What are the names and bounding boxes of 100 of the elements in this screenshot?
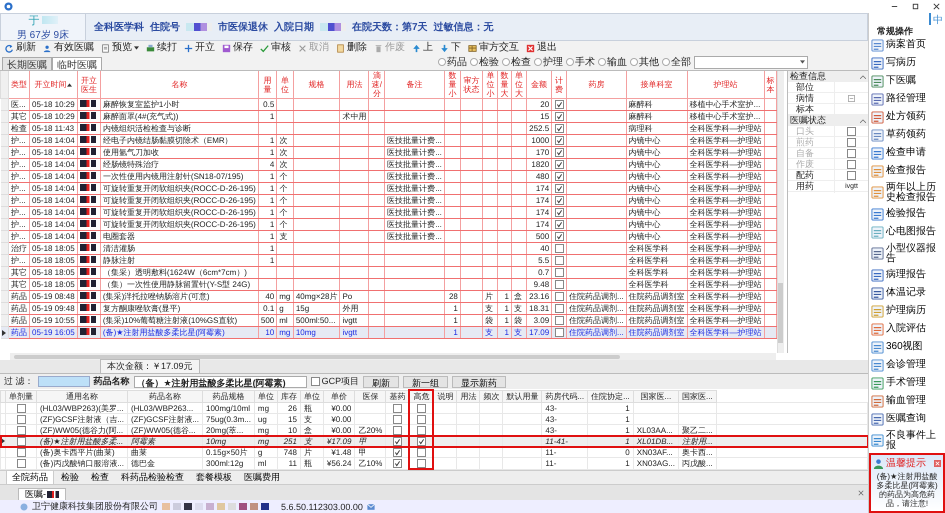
column-header[interactable]: 开立医生	[77, 71, 100, 98]
column-header[interactable]: 审方状态	[460, 71, 483, 98]
column-header[interactable]: 金额	[526, 71, 552, 98]
checkbox[interactable]	[16, 436, 26, 446]
column-header[interactable]: 国家医...	[678, 390, 716, 402]
checkbox[interactable]	[554, 196, 564, 205]
order-row[interactable]: 护... 05-18 18:05 静脉注射 1 5.5 全科医学科 全科医学科—护理站	[0, 254, 776, 266]
column-header[interactable]: 单剂量	[6, 390, 36, 402]
checkbox[interactable]	[554, 160, 564, 169]
sidebar-item[interactable]: 下医嘱	[869, 74, 945, 88]
tab[interactable]: 长期医嘱	[2, 57, 52, 70]
column-header[interactable]: 药房	[566, 71, 626, 98]
tab[interactable]: 套餐模板	[191, 471, 237, 484]
tab[interactable]: 全院药品	[6, 470, 54, 485]
checkbox[interactable]	[554, 208, 564, 217]
checkbox[interactable]	[392, 404, 402, 413]
picker-icon[interactable]	[848, 94, 855, 102]
column-header[interactable]: 单位	[300, 390, 324, 402]
checkbox[interactable]	[554, 220, 564, 229]
column-header[interactable]: 用量	[258, 71, 277, 98]
toolbar-button[interactable]: 有效医嘱	[40, 42, 97, 54]
sidebar-item[interactable]: 入院评估	[869, 322, 945, 336]
checkbox[interactable]	[554, 256, 564, 265]
checkbox[interactable]	[392, 426, 402, 435]
toolbar-button[interactable]: 下	[437, 42, 464, 54]
checkbox[interactable]	[16, 458, 26, 468]
toolbar-button[interactable]: 审方交互	[465, 42, 522, 54]
column-header[interactable]: 高危	[409, 390, 434, 402]
checkbox[interactable]	[554, 304, 564, 313]
checkbox[interactable]	[16, 426, 26, 435]
order-row[interactable]: 其它 05-18 18:05 （集采）透明敷料(1624W（6cm*7cm）) 0.7 全科医学科 全科医学科—护理站	[0, 266, 776, 278]
checkbox[interactable]	[554, 184, 564, 193]
radio-icon[interactable]	[598, 58, 606, 66]
filter-radio[interactable]: 全部	[662, 55, 691, 69]
column-header[interactable]: 规格	[293, 71, 340, 98]
column-header[interactable]: 默认用量	[502, 390, 542, 402]
document-tab[interactable]: 医嘱-	[18, 488, 66, 500]
filter-dropdown[interactable]	[694, 56, 808, 68]
sidebar-item[interactable]: 处方领药	[869, 110, 945, 124]
column-header[interactable]: 单位大	[511, 71, 527, 98]
order-row[interactable]: 其它 05-18 18:05 （集）一次性使用静脉留置针(Y-S型 24G) 9.48 全科医学科 全科医学科—护理站	[0, 278, 776, 290]
scrollbar[interactable]	[10, 353, 776, 360]
filter-field[interactable]	[38, 376, 90, 387]
sidebar-item[interactable]: 检查申请	[869, 146, 945, 160]
column-header[interactable]: 数量大	[498, 71, 512, 98]
toolbar-button[interactable]: 退出	[523, 42, 560, 54]
checkbox[interactable]	[16, 414, 26, 424]
sidebar-item[interactable]: 体温记录	[869, 286, 945, 300]
checkbox[interactable]	[554, 232, 564, 241]
order-row[interactable]: 其它 05-18 10:29 麻醉面罩(4#(充气式)) 1 术中用 15 麻醉科 移植中心手术室护...	[0, 110, 776, 122]
scrollbar[interactable]	[777, 71, 784, 353]
sidebar-item[interactable]: 病理报告	[869, 268, 945, 282]
column-header[interactable]: 库存	[277, 390, 300, 402]
toolbar-button[interactable]: 上	[409, 42, 436, 54]
column-header[interactable]: 名称	[100, 71, 258, 98]
column-header[interactable]: 住院协定...	[588, 390, 634, 402]
sidebar-item[interactable]: 两年以上历史检查报告	[869, 182, 945, 202]
checkbox[interactable]	[416, 404, 426, 413]
filter-radio[interactable]: 其他	[630, 55, 659, 69]
checkbox[interactable]	[554, 100, 564, 109]
tab[interactable]: 检查	[86, 471, 114, 484]
filter-radio[interactable]: 手术	[566, 55, 595, 69]
column-header[interactable]: 说明	[433, 390, 457, 402]
checkbox[interactable]	[554, 244, 564, 253]
checkbox[interactable]	[554, 316, 564, 325]
search-button[interactable]: 刷新	[363, 376, 400, 388]
sidebar-item[interactable]: 心电图报告	[869, 226, 945, 238]
column-header[interactable]: 单位	[254, 390, 278, 402]
column-header[interactable]: 基药	[386, 390, 410, 402]
drug-row[interactable]: (备)奥卡西平片(曲莱) 曲莱 0.15g×50片 g 748 片 ¥1.48 甲 11- 0 XN03AF... 奥卡西...	[0, 446, 868, 458]
close-icon[interactable]	[932, 2, 941, 11]
radio-icon[interactable]	[438, 58, 446, 66]
radio-icon[interactable]	[470, 58, 478, 66]
column-header[interactable]: 药品规格	[202, 390, 254, 402]
column-header[interactable]: 药房代码...	[542, 390, 588, 402]
checkbox[interactable]	[554, 112, 564, 121]
checkbox[interactable]	[554, 172, 564, 181]
search-button[interactable]: 显示新药	[452, 376, 506, 388]
filter-radio[interactable]: 输血	[598, 55, 627, 69]
sidebar-item[interactable]: 病案首页	[869, 38, 945, 52]
tab[interactable]: 医嘱费用	[239, 471, 285, 484]
drug-row[interactable]: (HL03/WBP263)(美罗... (HL03/WBP263... 100mg/10ml mg 26 瓶 ¥0.00 43- 1	[0, 402, 868, 414]
order-row[interactable]: 医... 05-18 10:29 麻醉恢复室监护1小时 0.5 20 麻醉科 移植中心手术室护...	[0, 98, 776, 110]
toolbar-button[interactable]: 刷新	[2, 42, 39, 54]
column-header[interactable]: 护理站	[687, 71, 764, 98]
radio-icon[interactable]	[502, 58, 510, 66]
sidebar-item[interactable]: 检验报告	[869, 208, 945, 220]
column-header[interactable]: 国家医...	[633, 390, 678, 402]
checkbox[interactable]	[392, 414, 402, 424]
sidebar-item[interactable]: 路径管理	[869, 92, 945, 106]
radio-icon[interactable]	[630, 58, 638, 66]
column-header[interactable]: 计费	[552, 71, 566, 98]
checkbox[interactable]	[554, 268, 564, 277]
checkbox[interactable]	[392, 436, 402, 446]
checkbox[interactable]	[416, 414, 426, 424]
toolbar-button[interactable]: 保存	[219, 42, 256, 54]
toolbar-button[interactable]: 开立	[181, 42, 218, 54]
column-header[interactable]: 单位小	[482, 71, 498, 98]
checkbox[interactable]	[416, 436, 426, 446]
drug-row[interactable]: (ZF)GCSF注射液（吉... (ZF)GCSF注射液... 75ug(0.3m... ug 15 支 ¥0.00 43- 1	[0, 414, 868, 424]
